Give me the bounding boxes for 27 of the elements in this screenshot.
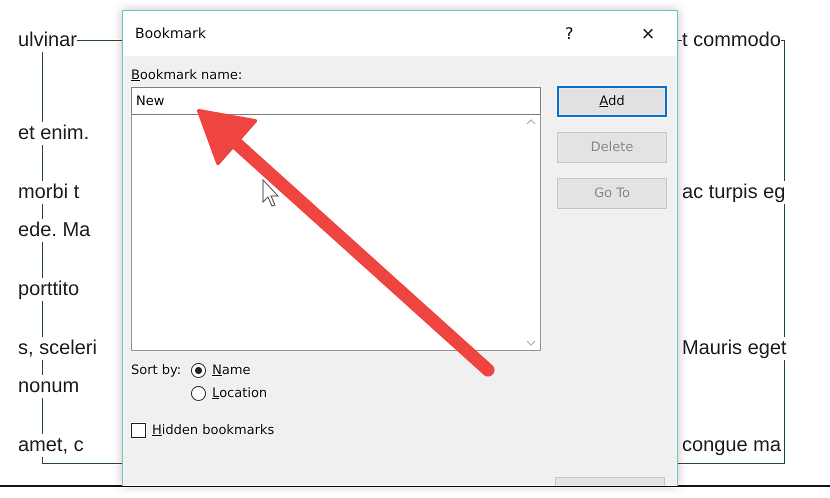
- dialog-button[interactable]: Add: [557, 86, 667, 117]
- scroll-down-icon[interactable]: [526, 340, 536, 346]
- document-text: s, sceleri: [18, 336, 97, 360]
- close-button[interactable]: ×: [633, 20, 663, 46]
- checkbox[interactable]: [131, 423, 146, 438]
- cursor-icon: [262, 178, 280, 207]
- checkbox-label[interactable]: Hidden bookmarks: [152, 423, 274, 438]
- window-title: Bookmark: [135, 26, 207, 42]
- scroll-up-icon[interactable]: [526, 119, 536, 125]
- bookmark-name-field[interactable]: New: [131, 87, 541, 115]
- field-label: Bookmark name:: [131, 68, 244, 83]
- document-text: et enim.: [18, 122, 90, 144]
- document-text: ac turpis eg: [682, 180, 786, 204]
- radio-label[interactable]: Location: [212, 386, 268, 401]
- document-text: ede. Ma: [18, 218, 90, 242]
- document-text: ulvinar: [18, 28, 77, 52]
- document-text: amet, c: [18, 434, 84, 456]
- bookmark-list[interactable]: [131, 115, 541, 351]
- radio-button[interactable]: [191, 386, 206, 401]
- document-text: porttito: [18, 278, 80, 300]
- sort-label: Sort by:: [131, 363, 182, 378]
- document-text: morbi t: [18, 180, 80, 204]
- help-button[interactable]: ?: [565, 24, 589, 43]
- document-text: Mauris eget: [682, 336, 786, 360]
- radio-button[interactable]: [191, 363, 206, 378]
- document-text: nonum: [18, 374, 80, 398]
- radio-label[interactable]: Name: [212, 363, 251, 378]
